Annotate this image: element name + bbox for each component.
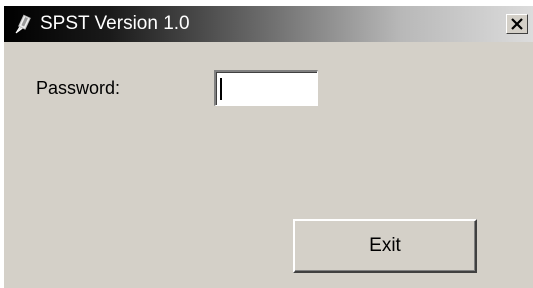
close-button[interactable] [506,14,528,34]
title-bar[interactable]: SPST Version 1.0 [4,6,533,42]
exit-button[interactable]: Exit [293,219,477,273]
password-field[interactable] [214,70,318,106]
close-icon [511,18,523,30]
dialog-window: SPST Version 1.0 Password: Exit [2,4,533,288]
text-caret [220,78,222,100]
app-icon [12,13,34,35]
window-title: SPST Version 1.0 [40,13,190,34]
password-label: Password: [36,78,121,98]
